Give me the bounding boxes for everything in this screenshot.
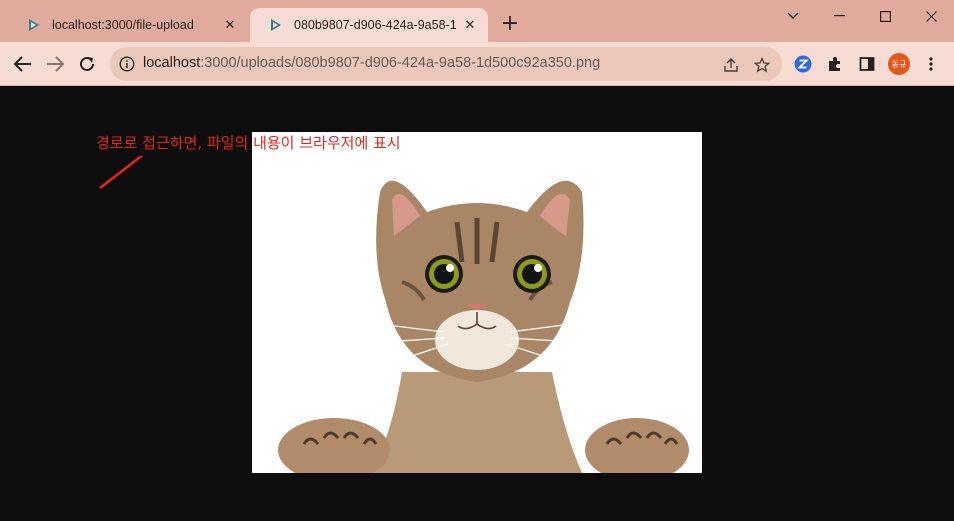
zoom-extension-button[interactable] <box>793 54 813 74</box>
app-favicon-icon <box>29 19 39 31</box>
app-favicon-icon <box>271 19 281 31</box>
url-path: :3000/uploads/080b9807-d906-424a-9a58-1d… <box>200 55 601 71</box>
minimize-button[interactable] <box>816 0 862 32</box>
tab-file-upload[interactable]: localhost:3000/file-upload ✕ <box>8 8 248 42</box>
uploaded-image <box>252 132 702 473</box>
address-bar[interactable]: localhost:3000/uploads/080b9807-d906-424… <box>110 47 782 81</box>
url-host: localhost <box>143 55 201 71</box>
extensions-button[interactable] <box>825 54 845 74</box>
url-text[interactable]: localhost:3000/uploads/080b9807-d906-424… <box>143 55 600 71</box>
zoom-extension-icon <box>794 55 812 73</box>
reload-button[interactable] <box>75 52 99 76</box>
maximize-icon <box>879 10 891 22</box>
annotation-arrow-icon <box>99 156 144 189</box>
bookmark-button[interactable] <box>753 56 771 74</box>
close-icon <box>925 10 937 22</box>
close-window-button[interactable] <box>908 0 954 32</box>
side-panel-icon <box>859 57 875 71</box>
share-icon <box>724 58 738 72</box>
more-vertical-icon <box>929 57 933 71</box>
info-icon[interactable] <box>119 56 135 72</box>
reload-icon <box>80 56 94 71</box>
tab-close-icon[interactable]: ✕ <box>462 17 478 33</box>
annotation-caption: 경로로 접근하면, 파일의 내용이 브라우저에 표시 <box>96 134 401 152</box>
chevron-down-icon <box>787 12 799 19</box>
profile-avatar[interactable]: 동규 <box>888 53 910 75</box>
minimize-icon <box>833 15 845 17</box>
page-content: 경로로 접근하면, 파일의 내용이 브라우저에 표시 <box>0 86 954 521</box>
new-tab-button[interactable]: + <box>498 13 522 37</box>
side-panel-button[interactable] <box>857 54 877 74</box>
menu-button[interactable] <box>921 54 941 74</box>
arrow-right-icon <box>47 56 64 72</box>
share-button[interactable] <box>722 56 740 74</box>
tab-close-icon[interactable]: ✕ <box>222 17 238 33</box>
tab-strip: localhost:3000/file-upload ✕ 080b9807-d9… <box>0 0 954 42</box>
back-button[interactable] <box>11 52 35 76</box>
maximize-button[interactable] <box>862 0 908 32</box>
arrow-left-icon <box>14 56 31 72</box>
puzzle-icon <box>829 57 840 71</box>
forward-button[interactable] <box>43 52 67 76</box>
tab-search-button[interactable] <box>770 0 816 32</box>
browser-toolbar: localhost:3000/uploads/080b9807-d906-424… <box>0 42 954 86</box>
tab-uploaded-image[interactable]: 080b9807-d906-424a-9a58-1d500c92a350.png… <box>250 8 488 42</box>
kitten-photo <box>278 180 689 473</box>
tab-title: localhost:3000/file-upload <box>52 18 194 32</box>
star-icon <box>754 57 770 73</box>
tab-title: 080b9807-d906-424a-9a58-1d500c92a350.png <box>294 18 456 32</box>
